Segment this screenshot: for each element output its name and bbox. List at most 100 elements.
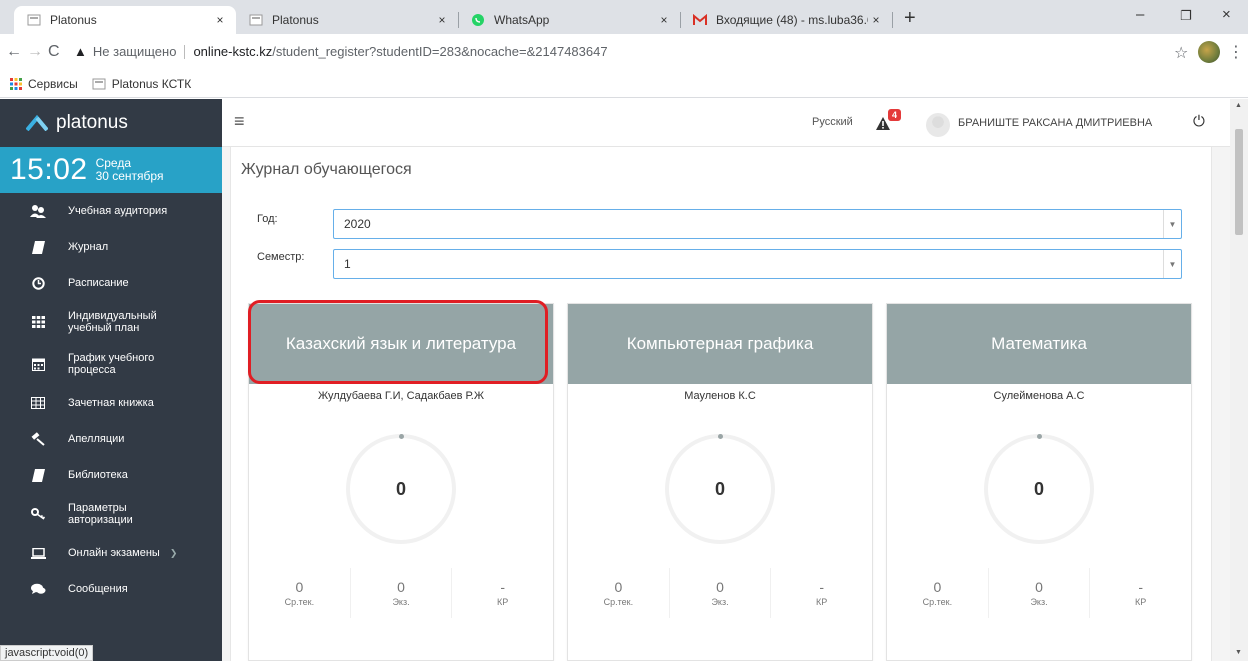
stat-label: Экз. [1030, 597, 1048, 607]
journal-panel: Журнал обучающегося Год: 2020 ▼ Семестр:… [230, 147, 1212, 661]
alert-count-badge: 4 [888, 109, 902, 121]
tab-title: Platonus [50, 13, 97, 27]
stat-current-avg: 0 Ср.тек. [249, 568, 351, 618]
language-selector[interactable]: Русский [812, 116, 853, 128]
bookmark-label: Сервисы [28, 76, 78, 91]
stat-current-avg: 0 Ср.тек. [568, 568, 670, 618]
minimize-button[interactable]: – [1136, 6, 1144, 23]
page-scrollbar[interactable]: ▲ ▼ [1230, 99, 1248, 661]
window-close-button[interactable]: × [1222, 6, 1231, 23]
tab-close-icon[interactable]: × [434, 13, 450, 27]
subject-card-header[interactable]: Компьютерная графика [568, 304, 872, 384]
security-label: Не защищено [92, 44, 177, 59]
year-label: Год: [257, 213, 278, 225]
score-value: 0 [714, 478, 725, 499]
sidebar-item-gradebook[interactable]: Зачетная книжка [0, 385, 222, 421]
app-header: platonus ≡ Русский 4 БРАНИШТЕ РАКСАНА ДМ… [0, 99, 1230, 147]
browser-tab-platonus-1[interactable]: Platonus × [14, 6, 236, 34]
dropdown-caret-icon: ▼ [1163, 250, 1181, 278]
hamburger-menu-icon[interactable]: ≡ [234, 111, 245, 132]
url-host: online-kstc.kz [193, 44, 273, 59]
sidebar-item-library[interactable]: Библиотека [0, 457, 222, 493]
stat-value: 0 [295, 579, 304, 595]
sidebar-item-label: Сообщения [68, 583, 128, 595]
users-icon [30, 204, 46, 218]
sidebar-item-auth-settings[interactable]: Параметры авторизации [0, 493, 222, 535]
browser-menu-icon[interactable]: ⋮ [1228, 42, 1244, 62]
apps-grid-icon [10, 77, 22, 90]
tab-title: WhatsApp [494, 13, 550, 27]
platonus-favicon-icon [26, 12, 42, 28]
sidebar-item-individual-plan[interactable]: Индивидуальный учебный план [0, 301, 222, 343]
stat-value: - [1138, 579, 1144, 595]
platonus-logo[interactable]: platonus [0, 99, 222, 147]
year-value: 2020 [344, 217, 371, 231]
tab-close-icon[interactable]: × [656, 13, 672, 27]
sidebar-item-academic-calendar[interactable]: График учебного процесса [0, 343, 222, 385]
table-icon [30, 397, 46, 409]
stat-coursework: - КР [1090, 568, 1191, 618]
book-icon [30, 240, 46, 254]
scroll-down-arrow-icon[interactable]: ▼ [1235, 649, 1242, 656]
profile-avatar[interactable] [1198, 41, 1220, 63]
bookmark-services[interactable]: Сервисы [10, 77, 78, 91]
reload-icon[interactable]: C [48, 43, 60, 61]
stat-value: 0 [1035, 579, 1043, 595]
new-tab-button[interactable]: + [904, 8, 916, 28]
card-stats: 0 Ср.тек. 0 Экз. - КР [887, 568, 1191, 618]
sidebar-item-appeals[interactable]: Апелляции [0, 421, 222, 457]
link-status-bar: javascript:void(0) [0, 645, 94, 661]
forward-arrow-icon[interactable]: → [27, 43, 43, 61]
year-select[interactable]: 2020 ▼ [333, 209, 1182, 239]
subject-card[interactable]: Компьютерная графика Мауленов К.С 0 0 Ср.… [567, 303, 873, 661]
card-stats: 0 Ср.тек. 0 Экз. - КР [249, 568, 553, 618]
score-value: 0 [1033, 478, 1044, 499]
card-stats: 0 Ср.тек. 0 Экз. - КР [568, 568, 872, 618]
bookmark-star-icon[interactable]: ☆ [1174, 43, 1188, 63]
notifications-button[interactable]: 4 [876, 109, 904, 135]
user-avatar[interactable] [926, 113, 950, 137]
sidebar-item-label: Расписание [68, 277, 129, 289]
tab-title: Platonus [272, 13, 319, 27]
browser-tab-platonus-2[interactable]: Platonus × [236, 6, 458, 34]
browser-tab-gmail[interactable]: Входящие (48) - ms.luba36.6@g × [680, 6, 892, 34]
divider [184, 44, 186, 59]
subject-teacher: Жулдубаева Г.И, Садакбаев Р.Ж [317, 390, 485, 402]
semester-select[interactable]: 1 ▼ [333, 249, 1182, 279]
sidebar-menu: Учебная аудитория Журнал Расписание Инди… [0, 193, 222, 607]
stat-label: Экз. [392, 597, 410, 607]
browser-tab-whatsapp[interactable]: WhatsApp × [458, 6, 680, 34]
stat-coursework: - КР [452, 568, 553, 618]
subject-card[interactable]: Математика Сулейменова А.С 0 0 Ср.тек. 0 Э… [886, 303, 1192, 661]
tab-close-icon[interactable]: × [868, 13, 884, 27]
maximize-button[interactable]: ❐ [1180, 8, 1192, 24]
clock-icon [30, 276, 46, 290]
back-arrow-icon[interactable]: ← [6, 43, 22, 61]
stat-value: - [819, 579, 825, 595]
score-ring: 0 [346, 434, 456, 544]
sidebar: 15:02 Среда 30 сентября Учебная аудитори… [0, 147, 222, 661]
bookmark-platonus-kstk[interactable]: Platonus КСТК [92, 77, 191, 91]
stat-label: КР [1135, 597, 1147, 607]
sidebar-item-journal[interactable]: Журнал [0, 229, 222, 265]
sidebar-item-label: Параметры авторизации [68, 502, 133, 526]
logout-power-icon[interactable]: ⏻ [1193, 113, 1205, 130]
scrollbar-thumb[interactable] [1235, 129, 1243, 235]
user-name[interactable]: БРАНИШТЕ РАКСАНА ДМИТРИЕВНА [958, 117, 1152, 129]
sidebar-item-online-exams[interactable]: Онлайн экзамены ❯ [0, 535, 222, 571]
sidebar-item-label: Онлайн экзамены [68, 547, 160, 559]
stat-exam: 0 Экз. [989, 568, 1091, 618]
score-value: 0 [395, 478, 406, 499]
browser-tab-strip: Platonus × Platonus × WhatsApp × Входящи… [0, 0, 1248, 34]
scroll-up-arrow-icon[interactable]: ▲ [1235, 102, 1242, 109]
stat-value: 0 [716, 579, 724, 595]
sidebar-item-messages[interactable]: Сообщения [0, 571, 222, 607]
address-bar[interactable]: ▲ Не защищено online-kstc.kz /student_re… [74, 44, 608, 59]
score-ring: 0 [665, 434, 775, 544]
sidebar-item-schedule[interactable]: Расписание [0, 265, 222, 301]
stat-value: - [500, 579, 506, 595]
sidebar-item-classroom[interactable]: Учебная аудитория [0, 193, 222, 229]
brand-name: platonus [56, 112, 128, 133]
tab-close-icon[interactable]: × [212, 13, 228, 27]
subject-card-header[interactable]: Математика [887, 304, 1191, 384]
